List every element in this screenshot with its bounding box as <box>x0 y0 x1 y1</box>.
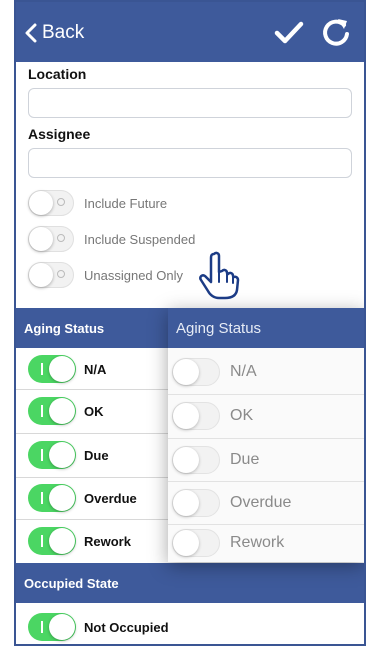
overlay-row-due: Due <box>172 439 362 481</box>
overlay-row-rework: Rework <box>172 522 362 564</box>
include-suspended-label: Include Suspended <box>84 231 196 247</box>
overlay-ok-toggle[interactable] <box>172 402 220 430</box>
aging-due-toggle[interactable] <box>28 441 76 469</box>
unassigned-only-row: Unassigned Only <box>28 259 183 291</box>
overlay-row-overdue: Overdue <box>172 482 362 524</box>
aging-due-label: Due <box>84 447 109 463</box>
overlay-overdue-toggle[interactable] <box>172 489 220 517</box>
refresh-icon[interactable] <box>320 16 352 48</box>
aging-row-na: N/A <box>28 349 106 389</box>
overlay-ok-label: OK <box>230 407 254 424</box>
overlay-rework-toggle[interactable] <box>172 529 220 557</box>
pointing-hand-icon <box>199 251 240 300</box>
overlay-rework-label: Rework <box>230 534 285 551</box>
overlay-header: Aging Status <box>168 308 364 348</box>
assignee-field[interactable] <box>28 148 352 178</box>
aging-overdue-toggle[interactable] <box>28 484 76 512</box>
back-button[interactable]: Back <box>24 22 84 44</box>
location-field[interactable] <box>28 88 352 118</box>
aging-na-label: N/A <box>84 361 107 377</box>
include-future-label: Include Future <box>84 195 168 211</box>
aging-na-toggle[interactable] <box>28 355 76 383</box>
overlay-row-na: N/A <box>172 351 362 393</box>
chevron-left-icon <box>25 23 37 43</box>
include-future-toggle[interactable] <box>28 190 74 216</box>
aging-row-due: Due <box>28 435 109 475</box>
location-label: Location <box>28 66 87 82</box>
occupied-row-not-occupied: Not Occupied <box>28 607 169 644</box>
include-suspended-row: Include Suspended <box>28 223 195 255</box>
aging-ok-toggle[interactable] <box>28 397 76 425</box>
unassigned-only-toggle[interactable] <box>28 262 74 288</box>
back-label: Back <box>42 22 85 43</box>
aging-overdue-label: Overdue <box>84 490 137 506</box>
aging-rework-toggle[interactable] <box>28 527 76 555</box>
unassigned-only-label: Unassigned Only <box>84 267 183 283</box>
overlay-due-label: Due <box>230 451 260 468</box>
overlay-na-toggle[interactable] <box>172 358 220 386</box>
assignee-label: Assignee <box>28 126 91 142</box>
overlay-row-ok: OK <box>172 395 362 437</box>
occupied-state-header: Occupied State <box>16 563 364 603</box>
filter-screen: Back Location Assignee Include Future In… <box>14 0 366 646</box>
aging-ok-label: OK <box>84 403 104 419</box>
aging-row-ok: OK <box>28 391 104 431</box>
aging-rework-label: Rework <box>84 533 131 549</box>
aging-row-overdue: Overdue <box>28 478 137 518</box>
include-future-row: Include Future <box>28 187 167 219</box>
not-occupied-toggle[interactable] <box>28 613 76 641</box>
checkmark-icon[interactable] <box>274 18 304 48</box>
not-occupied-label: Not Occupied <box>84 619 169 635</box>
top-navigation-bar: Back <box>16 2 364 62</box>
aging-row-rework: Rework <box>28 521 131 561</box>
aging-status-zoom-panel: Aging Status N/A OK Due Overdue Rework <box>168 308 364 562</box>
include-suspended-toggle[interactable] <box>28 226 74 252</box>
overlay-overdue-label: Overdue <box>230 494 292 511</box>
overlay-due-toggle[interactable] <box>172 446 220 474</box>
overlay-na-label: N/A <box>230 363 257 380</box>
